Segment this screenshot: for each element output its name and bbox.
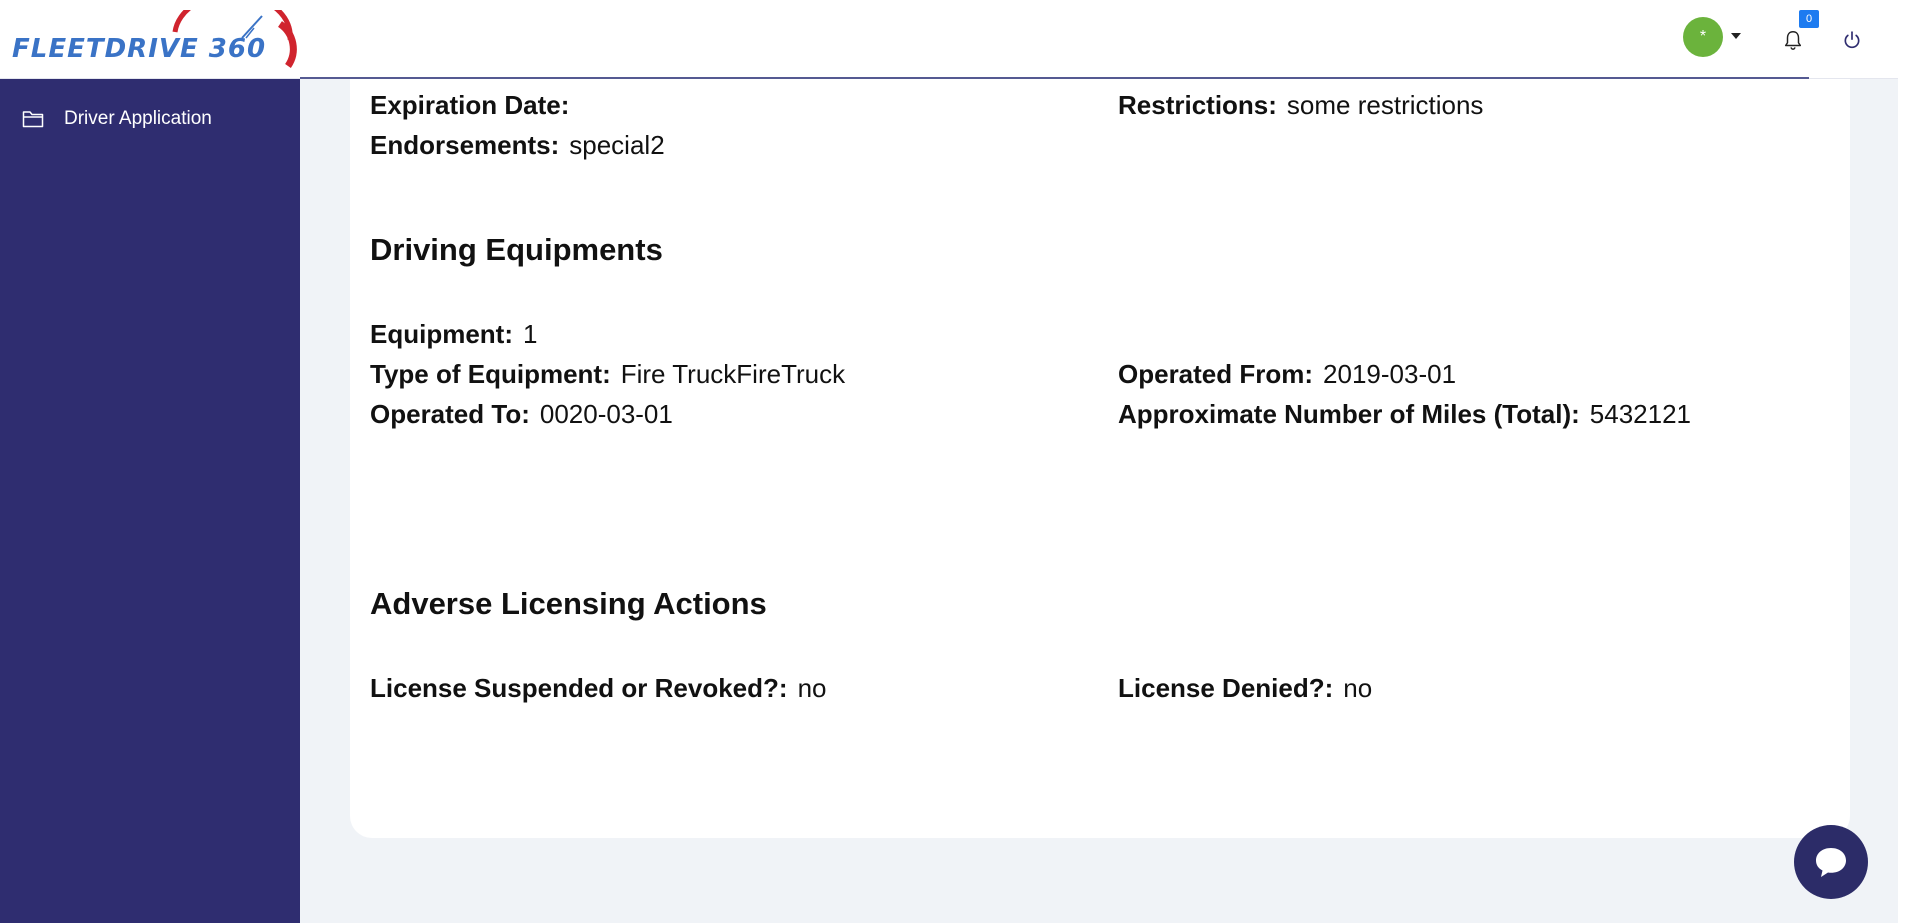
- user-avatar[interactable]: *: [1683, 17, 1723, 57]
- equipment-type-field: Type of Equipment: Fire TruckFireTruck: [370, 359, 845, 390]
- license-denied-field: License Denied?: no: [1118, 673, 1372, 704]
- restrictions-value: some restrictions: [1286, 90, 1484, 120]
- bell-icon[interactable]: [1782, 28, 1804, 52]
- page-scrollbar[interactable]: [1898, 0, 1920, 923]
- equipment-type-label: Type of Equipment:: [370, 359, 611, 389]
- sidebar-item-label: Driver Application: [64, 108, 212, 129]
- top-header: FLEETDRIVE 360 * 0: [0, 0, 1898, 79]
- fleetdrive-logo[interactable]: FLEETDRIVE 360: [10, 10, 300, 70]
- restrictions-label: Restrictions:: [1118, 90, 1277, 120]
- chevron-down-icon[interactable]: [1731, 33, 1741, 39]
- license-suspended-label: License Suspended or Revoked?:: [370, 673, 788, 703]
- adverse-licensing-actions-title: Adverse Licensing Actions: [370, 586, 767, 621]
- operated-from-field: Operated From: 2019-03-01: [1118, 359, 1456, 390]
- equipment-label: Equipment:: [370, 319, 513, 349]
- sidebar-item-driver-application[interactable]: Driver Application: [0, 101, 300, 137]
- operated-to-label: Operated To:: [370, 399, 530, 429]
- approximate-miles-label: Approximate Number of Miles (Total):: [1118, 399, 1580, 429]
- endorsements-field: Endorsements: special2: [370, 130, 665, 161]
- chat-launcher-button[interactable]: [1794, 825, 1868, 899]
- notification-count-badge: 0: [1799, 10, 1819, 28]
- restrictions-field: Restrictions: some restrictions: [1118, 90, 1483, 121]
- license-denied-label: License Denied?:: [1118, 673, 1334, 703]
- equipment-field: Equipment: 1: [370, 319, 537, 350]
- driver-application-details-card: Expiration Date: Restrictions: some restr…: [350, 79, 1850, 838]
- brand-name: FLEETDRIVE 360: [12, 34, 267, 64]
- license-suspended-field: License Suspended or Revoked?: no: [370, 673, 826, 704]
- endorsements-value: special2: [569, 130, 665, 160]
- expiration-date-field: Expiration Date:: [370, 90, 579, 121]
- endorsements-label: Endorsements:: [370, 130, 560, 160]
- operated-to-value: 0020-03-01: [539, 399, 673, 429]
- sidebar: Driver Application: [0, 79, 300, 923]
- power-icon[interactable]: [1842, 30, 1862, 50]
- chat-bubble-icon: [1816, 848, 1846, 877]
- operated-from-value: 2019-03-01: [1323, 359, 1457, 389]
- operated-from-label: Operated From:: [1118, 359, 1314, 389]
- license-denied-value: no: [1343, 673, 1373, 703]
- equipment-type-value: Fire TruckFireTruck: [620, 359, 846, 389]
- license-suspended-value: no: [797, 673, 827, 703]
- operated-to-field: Operated To: 0020-03-01: [370, 399, 673, 430]
- driving-equipments-title: Driving Equipments: [370, 232, 663, 267]
- folder-icon: [22, 111, 44, 128]
- approximate-miles-value: 5432121: [1589, 399, 1692, 429]
- equipment-value: 1: [523, 319, 538, 349]
- approximate-miles-field: Approximate Number of Miles (Total): 5432…: [1118, 399, 1691, 430]
- expiration-date-label: Expiration Date:: [370, 90, 570, 120]
